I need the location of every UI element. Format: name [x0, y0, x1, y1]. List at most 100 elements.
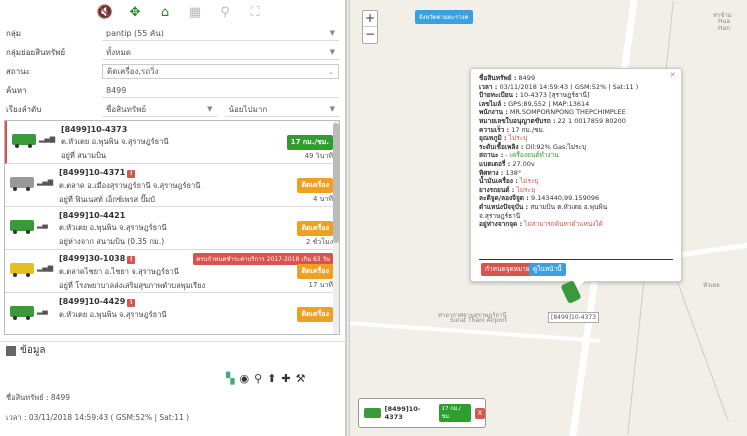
- list-item[interactable]: ▂▄▆ [8499]30-1038! ครบกำหนดชำระค่าบริการ…: [5, 250, 339, 293]
- vehicle-list[interactable]: ▂▄▆ [8499]10-4373 ต.หัวเตย อ.พุนพิน จ.สุ…: [4, 120, 340, 335]
- list-item[interactable]: ▂▄ [8499]10-4429! ต.หัวเตย อ.พุนพิน จ.สุ…: [5, 293, 339, 334]
- scroll-thumb[interactable]: [333, 123, 339, 243]
- group-select[interactable]: pantip (55 คัน) ▼: [102, 26, 339, 41]
- view-here-button[interactable]: ดูในหน้านี้: [529, 263, 566, 276]
- asset-group-row: กลุ่มย่อยสินทรัพย์ ทั้งหมด ▼: [0, 43, 345, 62]
- popup-line: ความเร็ว : 17 กม./ชม.: [479, 126, 673, 135]
- popup-key: ยางรถยนต์ :: [479, 185, 515, 194]
- search-row: ค้นหา 8499: [0, 81, 345, 100]
- zoom-control: + −: [362, 10, 378, 44]
- marker-label: [8499]10-4373: [548, 312, 600, 323]
- zoom-in-button[interactable]: +: [363, 11, 377, 27]
- volume-icon[interactable]: 🔇: [90, 0, 120, 24]
- map-view[interactable]: + − จังหวัดตามตะรางค ท่าข้าม Hua Han หัว…: [350, 0, 747, 436]
- info-title: ข้อมูล: [20, 345, 46, 356]
- asset-group-label: กลุ่มย่อยสินทรัพย์: [6, 48, 66, 57]
- popup-value: 9.143440,99.159096: [528, 194, 600, 203]
- popup-value: 22 1 0017859 80200: [555, 116, 626, 125]
- status-badge: ติดเครื่อง: [297, 178, 333, 193]
- vehicle-address: ต.หัวเตย อ.พุนพิน จ.สุราษฎร์ธานี: [59, 310, 167, 319]
- status-value: ติดเครื่อง,รถวิ่ง: [107, 67, 159, 76]
- home-icon[interactable]: ⌂: [150, 0, 180, 24]
- list-item[interactable]: ▂▄▆ [8499]10-4371! ต.ตลาด อ.เมืองสุราษฎร…: [5, 164, 339, 207]
- chevron-down-icon: ▼: [329, 29, 335, 37]
- sort-field-select[interactable]: ชื่อสินทรัพย์ ▼: [102, 102, 217, 117]
- popup-value: 27.00v: [510, 159, 535, 168]
- info-toolbar: ▚ ◉ ⚲ ⬆ ✚ ⚒: [226, 372, 305, 385]
- route-icon[interactable]: ⛶: [240, 0, 270, 24]
- zoom-out-button[interactable]: −: [363, 27, 377, 43]
- popup-key: เวลา :: [479, 82, 498, 91]
- tag-close-button[interactable]: X: [474, 407, 485, 419]
- status-row: สถานะ ติดเครื่อง,รถวิ่ง ⌄: [0, 62, 345, 81]
- popup-key: พนักงาน :: [479, 108, 508, 117]
- navigate-icon[interactable]: ⬆: [267, 372, 276, 385]
- list-item[interactable]: ▂▄▆ [8499]10-4373 ต.หัวเตย อ.พุนพิน จ.สุ…: [5, 121, 339, 164]
- popup-key: เลขไมล์ :: [479, 99, 507, 108]
- popup-value: สนามบิน ต.หัวเตย อ.พุนพิน: [528, 202, 608, 211]
- vehicle-status: อยู่ห่างจาก สนามบิน (0.35 กม.): [59, 237, 165, 246]
- bus-green-icon: [364, 408, 381, 418]
- map-icon[interactable]: ▚: [226, 372, 234, 385]
- move-icon[interactable]: ✥: [120, 0, 150, 24]
- info-time: เวลา : 03/11/2018 14:59:43 ( GSM:52% | S…: [6, 413, 190, 422]
- map-road: [350, 321, 600, 343]
- group-label: กลุ่ม: [6, 29, 22, 38]
- vehicle-time: 4 นาที: [312, 195, 333, 203]
- location-pin-icon[interactable]: ⚲: [210, 0, 240, 24]
- vehicle-id: [8499]30-1038: [59, 254, 126, 263]
- selected-vehicle-tag[interactable]: [8499]10-4373 17 กม./ชม. X: [358, 398, 486, 428]
- bus-green-icon: [12, 134, 36, 148]
- popup-key: อุณหภูมิ :: [479, 134, 507, 143]
- popup-line: สถานะ : - เครื่องยนต์ทำงาน: [479, 151, 673, 160]
- vehicle-id: [8499]10-4371: [59, 168, 126, 177]
- province-tag[interactable]: จังหวัดตามตะรางค: [415, 10, 473, 24]
- status-label: สถานะ: [6, 67, 30, 76]
- vehicle-id: [8499]10-4373: [61, 125, 128, 134]
- vehicle-address: ต.ตลาดไชยา อ.ไชยา จ.สุราษฎร์ธานี: [59, 267, 179, 276]
- vehicle-time: 2 ชั่วโมง: [305, 238, 333, 246]
- signal-icon: ▂▄: [37, 307, 48, 315]
- pin-icon[interactable]: ⚲: [254, 372, 262, 385]
- popup-line: หมายเลขใบอนุญาตขับรถ : 22 1 0017859 8020…: [479, 117, 673, 126]
- popup-line: ละติจูด/ลองจิจูด : 9.143440,99.159096: [479, 194, 673, 203]
- popup-value: 8499: [516, 74, 536, 82]
- status-select[interactable]: ติดเครื่อง,รถวิ่ง ⌄: [102, 64, 339, 79]
- sort-row: เรียงลำดับ ชื่อสินทรัพย์ ▼ น้อยไปมาก ▼: [0, 100, 345, 119]
- popup-line: ป้ายทะเบียน : 10-4373 [สุราษฎร์ธานี]: [479, 91, 673, 100]
- close-icon[interactable]: ×: [669, 70, 676, 80]
- popup-key: ความเร็ว :: [479, 125, 510, 134]
- popup-value: ไม่ระบุ: [517, 177, 539, 186]
- grid-icon[interactable]: ▦: [180, 0, 210, 24]
- popup-value: ไม่สามารถค้นหาตำแหน่งได้: [522, 220, 603, 229]
- popup-key: ระดับเชื้อเพลิง :: [479, 142, 524, 151]
- plus-icon[interactable]: ✚: [281, 372, 290, 385]
- vehicle-address: ต.ตลาด อ.เมืองสุราษฎร์ธานี จ.สุราษฎร์ธาน…: [59, 181, 201, 190]
- popup-key: ทิศทาง :: [479, 168, 504, 177]
- wrench-icon[interactable]: ⚒: [296, 372, 306, 385]
- warning-icon: !: [127, 170, 136, 178]
- list-item[interactable]: ▂▄ [8499]10-4421 ต.หัวเตย อ.พุนพิน จ.สุร…: [5, 207, 339, 250]
- popup-key: หมายเลขใบอนุญาตขับรถ :: [479, 116, 556, 125]
- popup-line: จ.สุราษฎร์ธานี: [479, 212, 673, 221]
- asset-group-select[interactable]: ทั้งหมด ▼: [102, 45, 339, 60]
- popup-line: แบตเตอรี่ : 27.00v: [479, 160, 673, 169]
- vehicle-address: ต.หัวเตย อ.พุนพิน จ.สุราษฎร์ธานี: [59, 223, 167, 232]
- set-destination-button[interactable]: กำหนดจุดหมาย: [481, 263, 534, 276]
- sort-order-select[interactable]: น้อยไปมาก ▼: [224, 102, 339, 117]
- vehicle-time: 49 วินาที: [304, 152, 333, 160]
- popup-key: อยู่ห่างจากจุด :: [479, 220, 523, 229]
- search-input[interactable]: 8499: [102, 83, 339, 98]
- popup-details: ชื่อสินทรัพย์ : 8499 เวลา : 03/11/2018 14…: [479, 74, 673, 229]
- chevron-down-icon: ⌄: [328, 67, 334, 76]
- eye-icon[interactable]: ◉: [239, 372, 249, 385]
- signal-icon: ▂▄▆: [37, 264, 54, 272]
- map-label: Surat Thani Airport: [450, 317, 508, 324]
- info-header[interactable]: ข้อมูล: [0, 341, 345, 359]
- list-scrollbar[interactable]: [333, 121, 339, 334]
- popup-key: แบตเตอรี่ :: [479, 159, 511, 168]
- tag-vehicle-id: [8499]10-4373: [384, 405, 421, 421]
- signal-icon: ▂▄: [37, 221, 48, 229]
- vehicle-title: [8499]10-4429!: [59, 297, 333, 307]
- info-icon: [6, 345, 16, 356]
